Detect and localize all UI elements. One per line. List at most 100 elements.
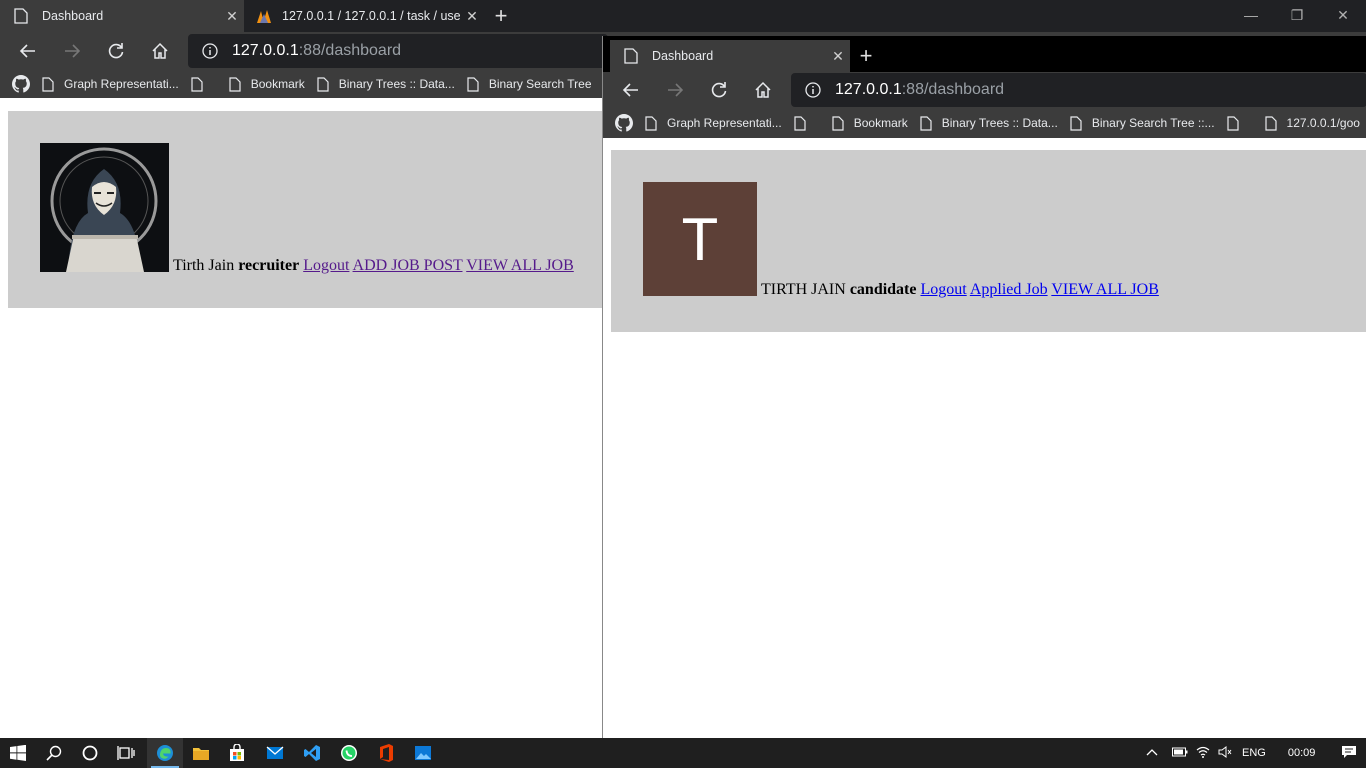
page-content: Tirth Jain recruiter Logout ADD JOB POST…: [0, 98, 602, 738]
tab-dashboard[interactable]: Dashboard ✕: [0, 0, 244, 32]
bookmark-item[interactable]: Graph Representati...: [42, 76, 179, 92]
page-icon: [645, 115, 657, 131]
tab-strip: Dashboard ✕ 127.0.0.1 / 127.0.0.1 / task…: [0, 0, 1366, 32]
dashboard-header: T TIRTH JAIN candidate Logout Applied Jo…: [611, 150, 1366, 332]
logout-link[interactable]: Logout: [303, 257, 349, 274]
reload-button[interactable]: [99, 34, 133, 68]
bookmark-folder-icon[interactable]: [191, 76, 213, 92]
clock[interactable]: 00:09: [1288, 747, 1316, 759]
info-icon[interactable]: [188, 43, 232, 59]
mail-icon[interactable]: [257, 738, 293, 768]
start-icon[interactable]: [0, 738, 36, 768]
bookmark-item[interactable]: Bookmark: [832, 115, 908, 131]
page-icon: [1070, 115, 1082, 131]
forward-arrow-icon: [65, 44, 81, 58]
view-all-job-link[interactable]: VIEW ALL JOB: [466, 257, 574, 274]
bookmark-item[interactable]: Binary Search Tree ::...: [1070, 115, 1215, 131]
github-icon[interactable]: [615, 114, 633, 132]
url-path: :88/dashboard: [901, 81, 1005, 98]
office-icon[interactable]: [368, 738, 404, 768]
bookmarks-bar: Graph Representati... Bookmark Binary Tr…: [603, 108, 1366, 138]
logout-link[interactable]: Logout: [920, 281, 966, 298]
bookmark-item[interactable]: Bookmark: [229, 76, 305, 92]
task-view-icon[interactable]: [108, 738, 144, 768]
address-bar[interactable]: 127.0.0.1:88/dashboard: [188, 34, 608, 68]
bookmark-folder-icon[interactable]: [794, 115, 816, 131]
info-icon[interactable]: [791, 82, 835, 98]
close-icon[interactable]: ✕: [460, 8, 484, 25]
page-icon: [624, 48, 638, 64]
toolbar: 127.0.0.1:88/dashboard: [603, 72, 1366, 108]
restore-button[interactable]: ❐: [1274, 0, 1320, 30]
back-button[interactable]: [11, 34, 45, 68]
user-name: TIRTH JAIN: [761, 281, 846, 298]
view-all-job-link[interactable]: VIEW ALL JOB: [1051, 281, 1159, 298]
back-button[interactable]: [614, 73, 648, 107]
applied-job-link[interactable]: Applied Job: [970, 281, 1048, 298]
bookmark-label: Binary Trees :: Data...: [941, 116, 1058, 130]
home-button[interactable]: [746, 73, 780, 107]
reload-icon: [711, 82, 727, 98]
page-icon: [14, 8, 28, 24]
cortana-icon[interactable]: [72, 738, 108, 768]
new-tab-button[interactable]: +: [486, 0, 516, 32]
avatar: T: [643, 182, 757, 296]
bookmark-item[interactable]: Binary Trees :: Data...: [920, 115, 1058, 131]
vscode-icon[interactable]: [294, 738, 330, 768]
bookmark-item[interactable]: 127.0.0.1/goo: [1264, 115, 1360, 131]
system-tray: ENG 00:09: [1146, 738, 1357, 768]
bookmark-label: 127.0.0.1/goo: [1286, 116, 1360, 130]
action-center-icon[interactable]: [1341, 745, 1357, 762]
tab-strip: Dashboard ✕ +: [603, 36, 1366, 72]
close-window-button[interactable]: ✕: [1320, 0, 1366, 30]
add-job-post-link[interactable]: ADD JOB POST: [353, 257, 463, 274]
back-arrow-icon: [19, 44, 35, 58]
store-icon[interactable]: [219, 738, 255, 768]
minimize-button[interactable]: —: [1228, 0, 1274, 30]
forward-button[interactable]: [55, 34, 89, 68]
page-content: T TIRTH JAIN candidate Logout Applied Jo…: [603, 138, 1366, 738]
tab-phpmyadmin[interactable]: 127.0.0.1 / 127.0.0.1 / task / user ✕: [244, 0, 484, 32]
wifi-icon[interactable]: [1196, 746, 1212, 761]
page-icon: [42, 76, 54, 92]
volume-muted-icon[interactable]: [1218, 745, 1234, 761]
browser-window-right: Dashboard ✕ + 127.0.0.1:88/dashboard Gr…: [602, 36, 1366, 738]
battery-icon[interactable]: [1172, 747, 1188, 760]
close-icon[interactable]: ✕: [826, 48, 850, 65]
file-explorer-icon[interactable]: [183, 738, 219, 768]
tab-dashboard[interactable]: Dashboard ✕: [610, 40, 850, 72]
search-icon[interactable]: [36, 738, 72, 768]
tab-title: 127.0.0.1 / 127.0.0.1 / task / user: [282, 9, 460, 23]
close-icon[interactable]: ✕: [220, 8, 244, 25]
user-info-line: Tirth Jain recruiter Logout ADD JOB POST…: [173, 257, 574, 275]
reload-button[interactable]: [702, 73, 736, 107]
back-arrow-icon: [622, 83, 638, 97]
bookmark-folder-icon[interactable]: [1226, 115, 1249, 131]
edge-icon[interactable]: [147, 738, 183, 768]
chevron-up-icon[interactable]: [1146, 747, 1162, 759]
page-icon: [832, 115, 844, 131]
bookmark-item[interactable]: Binary Trees :: Data...: [317, 76, 455, 92]
page-icon: [229, 76, 241, 92]
whatsapp-icon[interactable]: [331, 738, 367, 768]
language-indicator[interactable]: ENG: [1242, 747, 1266, 759]
dashboard-header: Tirth Jain recruiter Logout ADD JOB POST…: [8, 111, 602, 308]
taskbar: ENG 00:09: [0, 738, 1366, 768]
address-bar[interactable]: 127.0.0.1:88/dashboard: [791, 73, 1366, 107]
bookmark-label: Binary Search Tree: [488, 77, 592, 91]
reload-icon: [108, 43, 124, 59]
user-info-line: TIRTH JAIN candidate Logout Applied Job …: [761, 281, 1159, 299]
bookmark-item[interactable]: Binary Search Tree: [467, 76, 592, 92]
home-icon: [755, 81, 771, 98]
page-icon: [467, 76, 479, 92]
profile-image: [40, 143, 169, 272]
photos-icon[interactable]: [405, 738, 441, 768]
user-name: Tirth Jain: [173, 257, 235, 274]
bookmark-item[interactable]: Graph Representati...: [645, 115, 782, 131]
bookmarks-bar: Graph Representati... Bookmark Binary Tr…: [0, 70, 602, 98]
page-icon: [317, 76, 329, 92]
github-icon[interactable]: [12, 75, 30, 93]
forward-button[interactable]: [658, 73, 692, 107]
new-tab-button[interactable]: +: [851, 40, 881, 72]
home-button[interactable]: [143, 34, 177, 68]
